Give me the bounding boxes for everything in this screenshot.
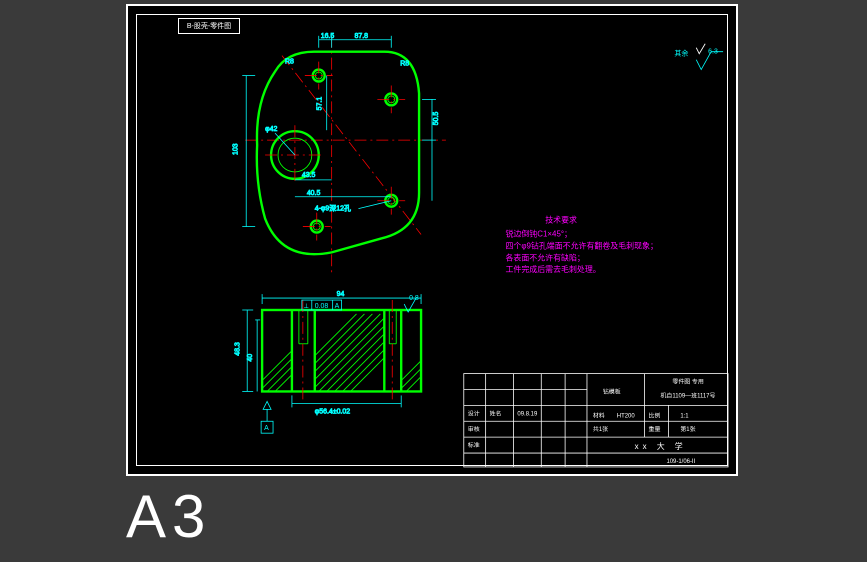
drawing-canvas: 16.5 87.8 103 50.5 57.1 43.5 [128,6,736,475]
dim-h2: 40 [247,354,254,362]
note-3: 各表面不允许有缺陷； [506,252,585,262]
rough-all-ra: 6.3 [708,49,718,56]
dim-d1: 16.5 [321,33,335,40]
tb-date: 09.8.19 [517,411,538,417]
top-profile [257,52,419,255]
section-view: 94 48.3 40 φ56.4±0.02 ⟂ [234,291,483,433]
default-roughness: 其余 6.3 [674,44,723,70]
tb-author-label: 设计 [468,409,480,417]
dim-d3: 103 [232,143,239,155]
top-view: 16.5 87.8 103 50.5 57.1 43.5 [232,33,446,274]
tb-author: 姓名 [490,409,502,417]
gdt-tol: 0.08 [315,303,329,310]
rough-all-label: 其余 [674,49,688,58]
dim-d6: 43.5 [302,172,316,179]
dim-tol: φ56.4±0.02 [315,408,350,415]
tb-material: HT200 [617,413,636,419]
dim-bolt: 4-φ9深12孔 [315,204,351,213]
tb-mass: 重量 [649,425,661,433]
dim-d7: 50.5 [433,112,440,126]
datum-a: A [261,401,273,433]
title-block: 设计 姓名 09.8.19 审核 标准 钻模板 零件图 专用 机自1109—班1… [464,374,728,467]
dim-r2: R8 [400,61,409,68]
tb-scale-label: 比例 [649,411,661,419]
technical-notes: 技术要求 锐边倒钝C1×45°； 四个φ9钻孔端面不允许有翻卷及毛刺现象； 各表… [506,215,658,275]
dim-d4: 57.1 [317,97,324,111]
gdt-datum: A [335,303,340,310]
section-hatch [239,314,483,403]
section-outline [262,310,421,391]
dim-d2: 87.8 [355,33,369,40]
tb-school: xx 大 学 [635,441,687,451]
tb-check-label: 审核 [468,425,480,433]
note-4: 工件完成后需去毛刺处理。 [506,264,601,274]
dim-d5: 40.5 [307,190,321,197]
tb-scale: 1:1 [680,413,689,419]
tb-project: 零件图 专用 [672,378,703,386]
section-ra: 0.8 [409,295,419,302]
tb-part-name: 钻模板 [603,387,621,395]
note-2: 四个φ9钻孔端面不允许有翻卷及毛刺现象； [506,240,658,250]
gdt-box: ⟂ 0.08 A [302,300,342,310]
dim-r1: R8 [285,59,294,66]
notes-heading: 技术要求 [545,215,577,225]
dim-hole-dia: φ42 [265,126,277,133]
centerline-diag [282,56,421,235]
datum-label: A [264,425,269,432]
tb-class: 机自1109—班1117号 [660,391,715,399]
tb-qty: 共1张 [593,425,608,433]
tb-drawing-no: 109-1/06-II [666,459,695,465]
tb-page: 第1张 [680,425,695,433]
top-dims: 16.5 87.8 103 50.5 57.1 43.5 [232,33,440,227]
dim-h1: 48.3 [234,342,241,356]
dim-w1: 94 [337,291,345,298]
tb-material-label: 材料 [593,411,605,419]
note-1: 锐边倒钝C1×45°； [506,228,572,238]
drawing-sheet: B-股壳-零件图 [126,4,738,476]
gdt-sym: ⟂ [304,303,309,310]
tb-std-label: 标准 [468,441,480,449]
sheet-size-label: A3 [126,482,211,551]
